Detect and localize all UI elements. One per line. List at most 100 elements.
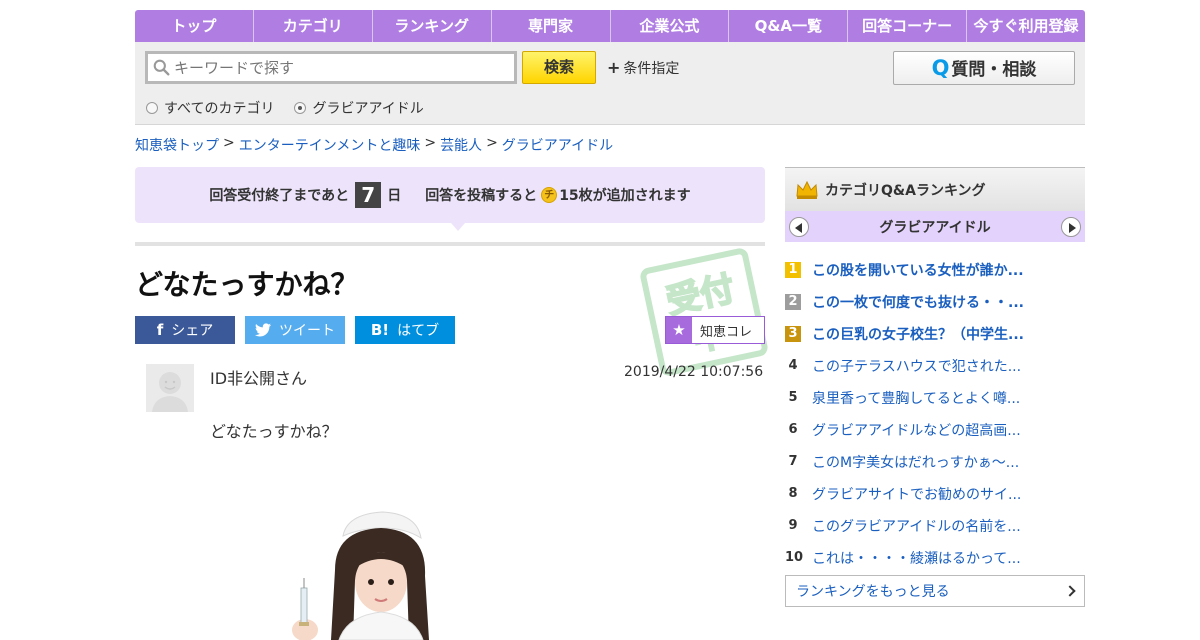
ranking-item[interactable]: 1 この股を開いている女性が誰か... <box>785 254 1085 286</box>
rank-number: 7 <box>788 454 798 469</box>
rank-number: 1 <box>785 262 801 278</box>
ranking-item[interactable]: 6 グラビアアイドルなどの超高画... <box>785 414 1085 446</box>
days-unit: 日 <box>387 188 402 204</box>
ranking-category-bar: グラビアアイドル <box>785 211 1085 242</box>
ranking-item[interactable]: 2 この一枚で何度でも抜ける・・... <box>785 286 1085 318</box>
facebook-icon: f <box>156 321 164 339</box>
question-title: どなたっすかね？ <box>135 268 359 301</box>
answer-deadline-notice: 回答受付終了まであと 7 日 回答を投稿すると チ 15枚が追加されます <box>135 167 765 223</box>
ranking-item[interactable]: 8 グラビアサイトでお勧めのサイ... <box>785 478 1085 510</box>
search-scope: すべてのカテゴリ グラビアアイドル <box>146 98 424 118</box>
ranking-link[interactable]: この子テラスハウスで犯された... <box>812 356 1021 376</box>
hatena-bookmark-button[interactable]: B! はてブ <box>355 316 455 344</box>
notice-middle: 回答を投稿すると <box>425 188 538 204</box>
breadcrumb-separator: > <box>486 135 498 151</box>
facebook-share-label: シェア <box>171 323 214 339</box>
radio-category-label: グラビアアイドル <box>312 101 424 117</box>
nav-official[interactable]: 企業公式 <box>611 10 730 42</box>
star-icon: ★ <box>666 317 692 343</box>
twitter-share-button[interactable]: ツイート <box>245 316 345 344</box>
rank-number: 2 <box>785 294 801 310</box>
days-remaining: 7 <box>355 182 382 208</box>
breadcrumb-entertainment[interactable]: エンターテインメントと趣味 <box>239 135 421 155</box>
ranking-item[interactable]: 4 この子テラスハウスで犯された... <box>785 350 1085 382</box>
ranking-link[interactable]: このM字美女はだれっすかぁ～... <box>812 452 1019 472</box>
nav-register[interactable]: 今すぐ利用登録 <box>967 10 1085 42</box>
post-timestamp: 2019/4/22 10:07:56 <box>624 364 764 380</box>
next-category-icon[interactable] <box>1061 216 1081 237</box>
twitter-icon <box>255 323 271 337</box>
top-nav: トップ カテゴリ ランキング 専門家 企業公式 Q&A一覧 回答コーナー 今すぐ… <box>135 10 1085 42</box>
nav-qa-list[interactable]: Q&A一覧 <box>729 10 849 42</box>
ranking-link[interactable]: グラビアサイトでお勧めのサイ... <box>812 484 1021 504</box>
search-icon <box>153 59 170 76</box>
prev-category-icon[interactable] <box>789 216 809 237</box>
nav-answer-corner[interactable]: 回答コーナー <box>848 10 968 42</box>
ask-question-button[interactable]: Q 質問・相談 <box>893 51 1075 85</box>
radio-this-category[interactable]: グラビアアイドル <box>294 98 424 118</box>
chie-kore-label: 知恵コレ <box>700 324 753 340</box>
search-box <box>145 51 517 84</box>
search-input[interactable] <box>148 54 514 81</box>
breadcrumb-celebrities[interactable]: 芸能人 <box>440 135 482 155</box>
accepting-stamp-icon: 受付 中 <box>640 248 768 376</box>
ranking-sidebar: カテゴリQ&Aランキング グラビアアイドル 1 この股を開いている女性が誰か..… <box>785 167 1085 607</box>
q-logo-icon: Q <box>931 56 950 80</box>
avatar <box>146 364 194 412</box>
breadcrumb-separator: > <box>424 135 437 151</box>
hatena-bookmark-label: はてブ <box>397 323 440 339</box>
ranking-link[interactable]: これは・・・・綾瀬はるかって... <box>812 548 1021 568</box>
chevron-right-icon <box>1064 585 1076 597</box>
rank-number: 3 <box>785 326 801 342</box>
ranking-item[interactable]: 9 このグラビアアイドルの名前を... <box>785 510 1085 542</box>
more-ranking-label: ランキングをもっと見る <box>796 584 950 600</box>
ranking-link[interactable]: この股を開いている女性が誰か... <box>812 260 1024 280</box>
ranking-link[interactable]: 泉里香って豊胸してるとよく噂... <box>812 388 1020 408</box>
conditions-link[interactable]: + 条件指定 <box>607 58 679 78</box>
chie-kore-button[interactable]: ★ 知恵コレ <box>665 316 765 344</box>
ranking-item[interactable]: 5 泉里香って豊胸してるとよく噂... <box>785 382 1085 414</box>
svg-text:受付: 受付 <box>663 269 738 322</box>
notice-pointer <box>451 223 465 231</box>
nav-category[interactable]: カテゴリ <box>254 10 373 42</box>
ranking-link[interactable]: この巨乳の女子校生？（中学生... <box>812 324 1024 344</box>
ranking-link[interactable]: グラビアアイドルなどの超高画... <box>812 420 1021 440</box>
ranking-link[interactable]: このグラビアアイドルの名前を... <box>812 516 1021 536</box>
question-photo[interactable] <box>235 498 495 640</box>
ranking-item[interactable]: 10 これは・・・・綾瀬はるかって... <box>785 542 1085 574</box>
coin-icon: チ <box>541 187 558 203</box>
ranking-list: 1 この股を開いている女性が誰か... 2 この一枚で何度でも抜ける・・... … <box>785 254 1085 574</box>
breadcrumb-separator: > <box>223 135 235 151</box>
rank-number: 5 <box>788 390 798 405</box>
ranking-item[interactable]: 3 この巨乳の女子校生？（中学生... <box>785 318 1085 350</box>
plus-icon: + <box>607 58 621 77</box>
notice-suffix: 15枚が追加されます <box>559 188 691 204</box>
radio-dot-selected <box>294 102 307 114</box>
notice-prefix: 回答受付終了まであと <box>209 188 350 204</box>
default-user-icon <box>146 364 194 412</box>
ranking-link[interactable]: この一枚で何度でも抜ける・・... <box>812 292 1024 312</box>
conditions-label: 条件指定 <box>623 61 680 77</box>
more-ranking-button[interactable]: ランキングをもっと見る <box>785 575 1085 607</box>
crown-icon <box>796 180 818 199</box>
question-body: どなたっすかね？ <box>210 422 338 441</box>
nav-ranking[interactable]: ランキング <box>373 10 492 42</box>
rank-number: 9 <box>788 518 798 533</box>
rank-number: 4 <box>788 358 798 373</box>
ranking-item[interactable]: 7 このM字美女はだれっすかぁ～... <box>785 446 1085 478</box>
hatena-bookmark-icon: B! <box>370 321 390 339</box>
breadcrumb-gravure[interactable]: グラビアアイドル <box>502 135 613 155</box>
nav-top[interactable]: トップ <box>135 10 254 42</box>
search-button[interactable]: 検索 <box>522 51 596 84</box>
nav-experts[interactable]: 専門家 <box>492 10 611 42</box>
page: トップ カテゴリ ランキング 専門家 企業公式 Q&A一覧 回答コーナー 今すぐ… <box>135 10 1085 640</box>
radio-all-categories[interactable]: すべてのカテゴリ <box>146 98 274 118</box>
ask-question-label: 質問・相談 <box>951 60 1037 80</box>
facebook-share-button[interactable]: f シェア <box>135 316 235 344</box>
questioner-name: ID非公開さん <box>210 369 308 388</box>
breadcrumb-home[interactable]: 知恵袋トップ <box>135 135 219 155</box>
divider <box>135 242 765 246</box>
radio-dot <box>146 102 158 114</box>
rank-number: 8 <box>788 486 798 501</box>
rank-number: 10 <box>785 550 804 565</box>
